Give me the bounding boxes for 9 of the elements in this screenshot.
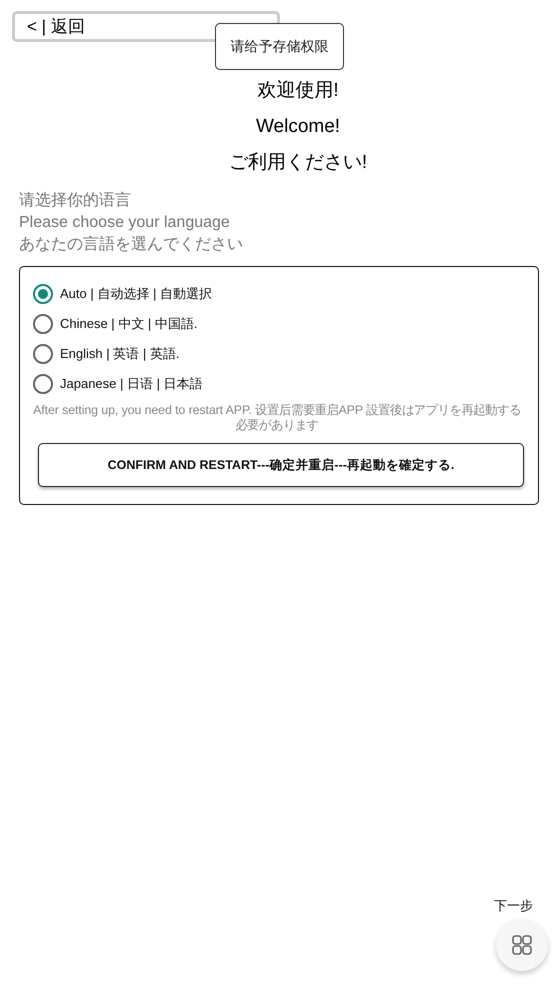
restart-note: After setting up, you need to restart APP. 设置后需要重启APP 設置後はアプリを再起動する必要があります	[33, 403, 521, 433]
welcome-text: ご利用ください!	[228, 151, 368, 175]
next-label: 下一步	[494, 897, 533, 915]
welcome-text: Welcome!	[256, 115, 340, 139]
welcome-text: 欢迎使用!	[257, 79, 339, 103]
prompt-text: 请选择你的语言	[19, 190, 132, 211]
prompt-text: Please choose your language	[19, 213, 231, 233]
prompt-text: あなたの言語を選んでください	[19, 234, 244, 255]
permission-toast: 请给予存储权限	[215, 23, 344, 70]
